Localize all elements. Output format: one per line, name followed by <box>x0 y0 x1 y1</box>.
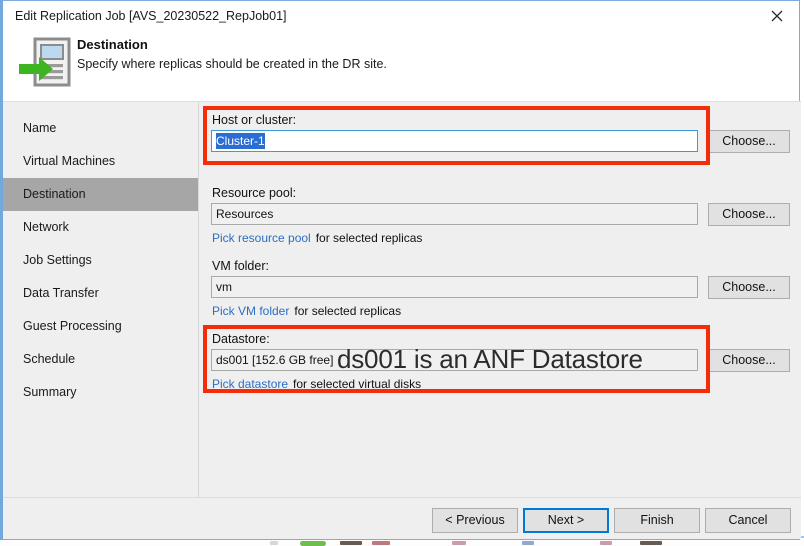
resource-pool-value: Resources <box>216 207 274 221</box>
sidebar-item-virtual-machines[interactable]: Virtual Machines <box>3 145 198 178</box>
datastore-hint: Pick datastore for selected virtual disks <box>212 377 421 391</box>
sidebar-item-name[interactable]: Name <box>3 112 198 145</box>
background-chip <box>600 541 612 545</box>
vm-folder-label: VM folder: <box>212 259 269 273</box>
background-chip <box>522 541 534 545</box>
sidebar-item-destination[interactable]: Destination <box>3 178 198 211</box>
cancel-button[interactable]: Cancel <box>705 508 791 533</box>
dialog-footer: < Previous Next > Finish Cancel <box>3 497 801 539</box>
background-chip <box>270 541 278 545</box>
window-title: Edit Replication Job [AVS_20230522_RepJo… <box>15 9 287 23</box>
sidebar-item-network[interactable]: Network <box>3 211 198 244</box>
vm-folder-choose-button[interactable]: Choose... <box>708 276 790 299</box>
finish-button[interactable]: Finish <box>614 508 700 533</box>
host-or-cluster-label: Host or cluster: <box>212 113 297 127</box>
background-chip <box>640 541 662 545</box>
vm-folder-input[interactable]: vm <box>211 276 698 298</box>
resource-pool-label: Resource pool: <box>212 186 297 200</box>
host-or-cluster-choose-button[interactable]: Choose... <box>708 130 790 153</box>
datastore-label: Datastore: <box>212 332 270 346</box>
vm-folder-hint-text: for selected replicas <box>294 304 402 318</box>
replication-destination-icon <box>19 37 75 89</box>
pick-resource-pool-link[interactable]: Pick resource pool <box>212 231 311 245</box>
page-title: Destination <box>77 37 148 52</box>
background-chip <box>300 541 326 546</box>
background-chip <box>452 541 466 545</box>
resource-pool-input[interactable]: Resources <box>211 203 698 225</box>
background-chip <box>340 541 362 545</box>
host-or-cluster-input[interactable]: Cluster-1 <box>211 130 698 152</box>
wizard-step-sidebar: Name Virtual Machines Destination Networ… <box>3 102 199 497</box>
pick-datastore-link[interactable]: Pick datastore <box>212 377 288 391</box>
close-icon[interactable] <box>755 1 799 30</box>
vm-folder-hint: Pick VM folder for selected replicas <box>212 304 401 318</box>
datastore-input[interactable]: ds001 [152.6 GB free] <box>211 349 698 371</box>
page-subtitle: Specify where replicas should be created… <box>77 57 387 71</box>
resource-pool-hint: Pick resource pool for selected replicas <box>212 231 422 245</box>
datastore-hint-text: for selected virtual disks <box>293 377 422 391</box>
title-bar: Edit Replication Job [AVS_20230522_RepJo… <box>3 1 799 31</box>
resource-pool-hint-text: for selected replicas <box>315 231 423 245</box>
sidebar-item-guest-processing[interactable]: Guest Processing <box>3 310 198 343</box>
resource-pool-choose-button[interactable]: Choose... <box>708 203 790 226</box>
pick-vm-folder-link[interactable]: Pick VM folder <box>212 304 289 318</box>
dialog-body: Name Virtual Machines Destination Networ… <box>3 101 801 497</box>
dialog-header: Destination Specify where replicas shoul… <box>3 31 799 101</box>
vm-folder-value: vm <box>216 280 232 294</box>
datastore-choose-button[interactable]: Choose... <box>708 349 790 372</box>
datastore-value: ds001 [152.6 GB free] <box>216 353 334 367</box>
edit-replication-job-dialog: Edit Replication Job [AVS_20230522_RepJo… <box>0 0 801 540</box>
background-chip <box>372 541 390 545</box>
sidebar-item-job-settings[interactable]: Job Settings <box>3 244 198 277</box>
previous-button[interactable]: < Previous <box>432 508 518 533</box>
destination-form: Host or cluster: Cluster-1 Choose... Res… <box>200 102 801 497</box>
sidebar-item-data-transfer[interactable]: Data Transfer <box>3 277 198 310</box>
host-or-cluster-value: Cluster-1 <box>216 133 265 149</box>
sidebar-item-schedule[interactable]: Schedule <box>3 343 198 376</box>
next-button[interactable]: Next > <box>523 508 609 533</box>
sidebar-item-summary[interactable]: Summary <box>3 376 198 409</box>
